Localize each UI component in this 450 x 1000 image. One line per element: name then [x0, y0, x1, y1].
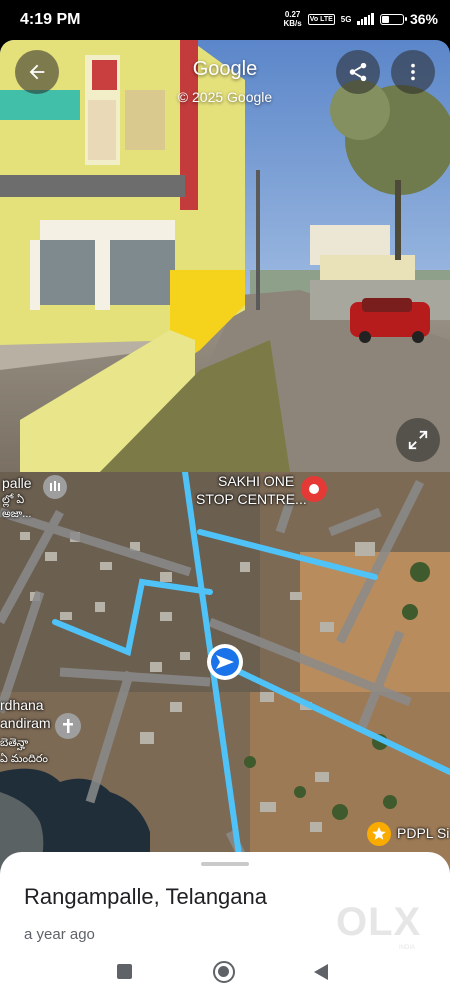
navigation-bar: [0, 952, 450, 1000]
status-bar: 4:19 PM 0.27 KB/s Vo LTE 5G 36%: [0, 0, 450, 40]
map-label-palle-telugu: ల్లో ఏ: [2, 494, 25, 506]
status-icons: 0.27 KB/s Vo LTE 5G 36%: [283, 10, 438, 28]
street-view-copyright: © 2025 Google: [177, 89, 273, 105]
network-type: 5G: [340, 14, 352, 24]
more-vertical-icon: [411, 63, 415, 81]
location-arrow-icon: [207, 644, 243, 680]
home-button[interactable]: [213, 961, 235, 983]
volte-icon: Vo LTE: [307, 13, 335, 25]
back-nav-icon[interactable]: [312, 963, 330, 981]
poi-pin-palle[interactable]: [42, 474, 68, 505]
map-label-sakhi-2: STOP CENTRE...: [196, 491, 307, 507]
net-speed: 0.27 KB/s: [283, 10, 302, 28]
capture-time: a year ago: [24, 926, 95, 943]
expand-button[interactable]: [396, 418, 440, 462]
sheet-drag-handle[interactable]: [201, 862, 249, 866]
recents-button[interactable]: [117, 964, 132, 979]
olx-watermark: OLX: [336, 900, 422, 944]
signal-icon: [357, 13, 374, 25]
map-label-palle: palle: [2, 475, 32, 491]
map-label-sakhi: SAKHI ONE: [218, 473, 295, 489]
share-icon: [349, 62, 367, 82]
battery-percent: 36%: [409, 11, 438, 27]
map-label-pdpl: PDPL Si: [397, 825, 450, 841]
street-view-title: Google: [192, 58, 258, 80]
map-label-palle-telugu2: అజా...: [2, 508, 32, 520]
map-label-mandiram: andiram: [0, 715, 51, 731]
status-time: 4:19 PM: [20, 11, 81, 28]
share-button[interactable]: [336, 50, 380, 94]
street-view-image[interactable]: Google © 2025 Google: [0, 40, 450, 472]
map-label-rdhana: rdhana: [0, 697, 44, 713]
battery-icon: [379, 13, 407, 25]
church-icon: [55, 713, 81, 739]
satellite-map[interactable]: palle ల్లో ఏ అజా... SAKHI ONE STOP CENTR…: [0, 472, 450, 892]
more-options-button[interactable]: [391, 50, 435, 94]
home-icon: [218, 966, 229, 977]
map-label-mandiram-telugu2: ఏ మందిరం: [0, 753, 48, 765]
star-icon: [367, 822, 391, 846]
olx-watermark-sub: INDIA: [399, 945, 416, 951]
landmark-icon: [43, 475, 67, 499]
poi-pin-church[interactable]: [54, 712, 82, 745]
poi-pin-pdpl[interactable]: [366, 821, 392, 852]
place-title: Rangampalle, Telangana: [24, 884, 267, 909]
map-label-mandiram-telugu: బెతెన్హా: [0, 737, 29, 749]
expand-icon: [408, 430, 428, 450]
